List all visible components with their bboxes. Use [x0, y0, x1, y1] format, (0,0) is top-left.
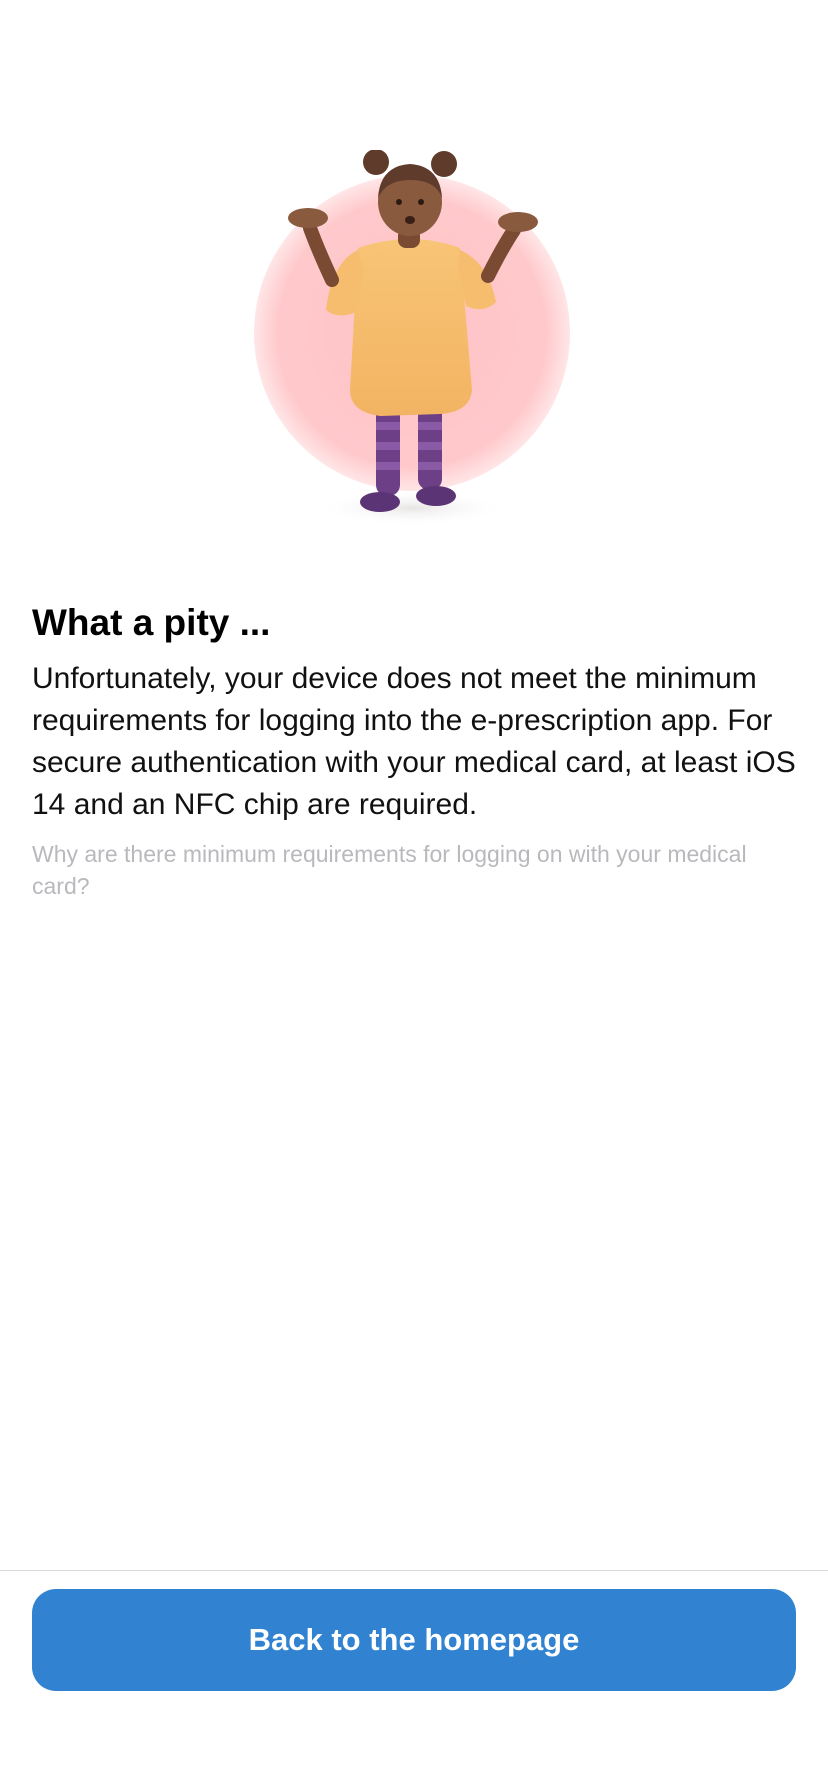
shrugging-girl-illustration	[240, 149, 580, 550]
minimum-requirements-info-link[interactable]: Why are there minimum requirements for l…	[32, 838, 796, 902]
device-not-supported-screen: What a pity ... Unfortunately, your devi…	[0, 0, 828, 1792]
footer: Back to the homepage	[0, 1570, 828, 1792]
explanation-text: Unfortunately, your device does not meet…	[32, 662, 796, 821]
page-title: What a pity ...	[32, 602, 271, 643]
message-section: What a pity ... Unfortunately, your devi…	[32, 598, 796, 902]
shrugging-girl-icon	[254, 149, 570, 526]
back-to-homepage-button[interactable]: Back to the homepage	[32, 1589, 796, 1691]
